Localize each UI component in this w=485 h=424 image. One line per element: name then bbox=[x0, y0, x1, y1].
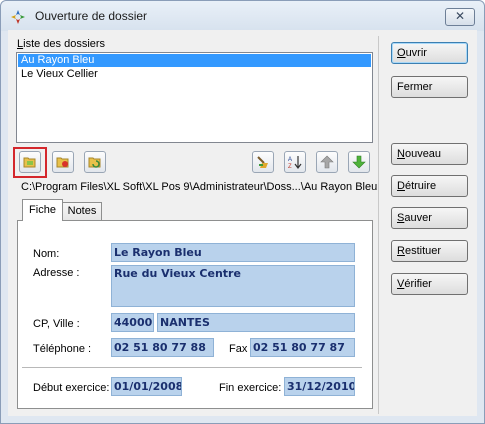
arrow-up-icon bbox=[320, 155, 334, 169]
folder-list-label: Liste des dossiers bbox=[17, 38, 105, 50]
tab-notes[interactable]: Notes bbox=[62, 202, 102, 220]
folder-path: C:\Program Files\XL Soft\XL Pos 9\Admini… bbox=[21, 181, 378, 193]
phone-label: Téléphone : bbox=[33, 343, 92, 355]
address-label: Adresse : bbox=[33, 267, 80, 279]
remove-folder-button[interactable] bbox=[52, 151, 74, 173]
postal-city-label: CP, Ville : bbox=[33, 318, 80, 330]
title-bar: Ouverture de dossier ✕ bbox=[1, 1, 484, 31]
arrow-down-icon bbox=[352, 155, 366, 169]
remove-folder-icon bbox=[56, 157, 69, 168]
close-folder-button[interactable]: Fermer bbox=[391, 76, 468, 98]
sort-az-icon: A Z bbox=[288, 156, 302, 169]
open-button[interactable]: Ouvrir bbox=[391, 42, 468, 64]
tab-fiche-label: Fiche bbox=[29, 204, 56, 216]
name-label: Nom: bbox=[33, 248, 60, 260]
refresh-folder-button[interactable] bbox=[84, 151, 106, 173]
postal-code-field[interactable]: 44000 bbox=[111, 313, 154, 332]
start-year-label: Début exercice: bbox=[33, 382, 110, 394]
fax-field[interactable]: 02 51 80 77 87 bbox=[250, 338, 355, 357]
restore-button-label: estituer bbox=[404, 245, 442, 257]
verify-button[interactable]: Vérifier bbox=[391, 273, 468, 295]
divider bbox=[22, 367, 362, 368]
folder-list[interactable]: Au Rayon Bleu Le Vieux Cellier bbox=[16, 52, 373, 143]
open-folder-icon bbox=[23, 157, 36, 168]
refresh-folder-icon bbox=[88, 157, 101, 168]
save-button[interactable]: Sauver bbox=[391, 207, 468, 229]
folder-list-label-rest: iste des dossiers bbox=[23, 38, 106, 50]
save-button-label: auver bbox=[404, 212, 432, 224]
svg-text:A: A bbox=[288, 157, 292, 163]
new-button-label: ouveau bbox=[404, 148, 442, 160]
end-year-label: Fin exercice: bbox=[219, 382, 282, 394]
tab-notes-label: Notes bbox=[67, 205, 97, 217]
phone-field[interactable]: 02 51 80 77 88 bbox=[111, 338, 214, 357]
move-up-button[interactable] bbox=[316, 151, 338, 173]
list-item[interactable]: Au Rayon Bleu bbox=[18, 54, 371, 67]
restore-button-mnemonic: R bbox=[397, 245, 405, 257]
end-year-field[interactable]: 31/12/2010 bbox=[284, 377, 355, 396]
open-folder-button[interactable] bbox=[19, 151, 41, 173]
new-button[interactable]: Nouveau bbox=[391, 143, 468, 165]
address-field[interactable]: Rue du Vieux Centre bbox=[111, 265, 355, 307]
open-button-label: uvrir bbox=[405, 47, 427, 59]
destroy-button[interactable]: Détruire bbox=[391, 175, 468, 197]
restore-button[interactable]: Restituer bbox=[391, 240, 468, 262]
start-year-field[interactable]: 01/01/2008 bbox=[111, 377, 182, 396]
broom-icon bbox=[257, 156, 268, 168]
name-field[interactable]: Le Rayon Bleu bbox=[111, 243, 355, 262]
move-down-button[interactable] bbox=[348, 151, 370, 173]
destroy-button-label: étruire bbox=[404, 180, 437, 192]
app-icon bbox=[10, 9, 26, 25]
sort-button[interactable]: A Z bbox=[284, 151, 306, 173]
svg-text:Z: Z bbox=[288, 164, 292, 169]
window-title: Ouverture de dossier bbox=[35, 9, 148, 23]
city-field[interactable]: NANTES bbox=[157, 313, 355, 332]
new-button-mnemonic: N bbox=[397, 148, 405, 160]
list-item[interactable]: Le Vieux Cellier bbox=[18, 68, 371, 81]
clean-button[interactable] bbox=[252, 151, 274, 173]
verify-button-label: érifier bbox=[404, 278, 432, 290]
close-button[interactable]: ✕ bbox=[445, 8, 475, 26]
close-icon: ✕ bbox=[454, 9, 466, 23]
vertical-divider bbox=[378, 36, 379, 414]
close-folder-button-label: Fermer bbox=[397, 81, 433, 93]
tab-fiche[interactable]: Fiche bbox=[22, 199, 63, 221]
destroy-button-mnemonic: D bbox=[397, 180, 405, 192]
open-button-mnemonic: O bbox=[397, 47, 406, 59]
